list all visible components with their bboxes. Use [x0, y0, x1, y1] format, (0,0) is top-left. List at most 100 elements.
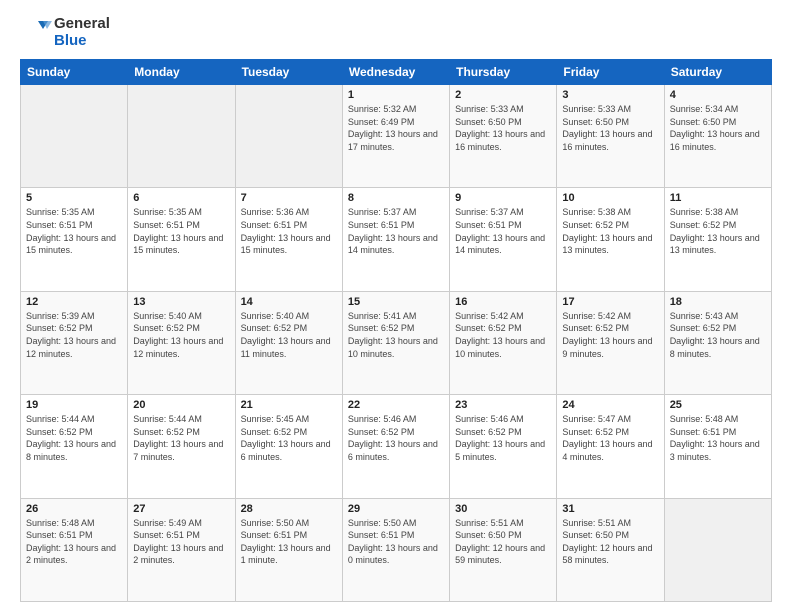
day-number: 26 [26, 503, 122, 515]
day-number: 7 [241, 192, 337, 204]
day-number: 27 [133, 503, 229, 515]
calendar-cell: 29 Sunrise: 5:50 AM Sunset: 6:51 PM Dayli… [342, 498, 449, 601]
calendar-cell: 28 Sunrise: 5:50 AM Sunset: 6:51 PM Dayli… [235, 498, 342, 601]
day-info: Sunrise: 5:50 AM Sunset: 6:51 PM Dayligh… [348, 517, 444, 567]
calendar-cell: 31 Sunrise: 5:51 AM Sunset: 6:50 PM Dayli… [557, 498, 664, 601]
day-number: 1 [348, 89, 444, 101]
day-info: Sunrise: 5:47 AM Sunset: 6:52 PM Dayligh… [562, 413, 658, 463]
calendar-cell: 25 Sunrise: 5:48 AM Sunset: 6:51 PM Dayli… [664, 395, 771, 498]
day-info: Sunrise: 5:37 AM Sunset: 6:51 PM Dayligh… [348, 206, 444, 256]
day-info: Sunrise: 5:37 AM Sunset: 6:51 PM Dayligh… [455, 206, 551, 256]
day-number: 20 [133, 399, 229, 411]
day-number: 5 [26, 192, 122, 204]
day-number: 30 [455, 503, 551, 515]
logo: General Blue [20, 16, 110, 49]
day-number: 4 [670, 89, 766, 101]
day-info: Sunrise: 5:45 AM Sunset: 6:52 PM Dayligh… [241, 413, 337, 463]
day-number: 15 [348, 296, 444, 308]
day-number: 17 [562, 296, 658, 308]
weekday-header: Thursday [450, 60, 557, 85]
day-number: 16 [455, 296, 551, 308]
calendar-cell: 10 Sunrise: 5:38 AM Sunset: 6:52 PM Dayli… [557, 188, 664, 291]
calendar-cell: 1 Sunrise: 5:32 AM Sunset: 6:49 PM Daylig… [342, 85, 449, 188]
day-number: 25 [670, 399, 766, 411]
calendar-cell: 18 Sunrise: 5:43 AM Sunset: 6:52 PM Dayli… [664, 291, 771, 394]
calendar-cell: 11Sunrise: 5:38 AM Sunset: 6:52 PM Dayli… [664, 188, 771, 291]
logo-general-text: General [54, 16, 110, 33]
calendar-cell: 19 Sunrise: 5:44 AM Sunset: 6:52 PM Dayli… [21, 395, 128, 498]
weekday-header: Tuesday [235, 60, 342, 85]
calendar-cell: 6 Sunrise: 5:35 AM Sunset: 6:51 PM Daylig… [128, 188, 235, 291]
day-number: 6 [133, 192, 229, 204]
day-number: 13 [133, 296, 229, 308]
day-info: Sunrise: 5:50 AM Sunset: 6:51 PM Dayligh… [241, 517, 337, 567]
weekday-header: Wednesday [342, 60, 449, 85]
calendar-cell: 17 Sunrise: 5:42 AM Sunset: 6:52 PM Dayli… [557, 291, 664, 394]
day-number: 23 [455, 399, 551, 411]
calendar-cell: 16 Sunrise: 5:42 AM Sunset: 6:52 PM Dayli… [450, 291, 557, 394]
calendar-cell [664, 498, 771, 601]
day-info: Sunrise: 5:44 AM Sunset: 6:52 PM Dayligh… [26, 413, 122, 463]
day-info: Sunrise: 5:40 AM Sunset: 6:52 PM Dayligh… [133, 310, 229, 360]
calendar-cell: 21 Sunrise: 5:45 AM Sunset: 6:52 PM Dayli… [235, 395, 342, 498]
day-info: Sunrise: 5:42 AM Sunset: 6:52 PM Dayligh… [562, 310, 658, 360]
day-number: 12 [26, 296, 122, 308]
day-info: Sunrise: 5:41 AM Sunset: 6:52 PM Dayligh… [348, 310, 444, 360]
calendar-cell [21, 85, 128, 188]
day-info: Sunrise: 5:43 AM Sunset: 6:52 PM Dayligh… [670, 310, 766, 360]
day-info: Sunrise: 5:46 AM Sunset: 6:52 PM Dayligh… [455, 413, 551, 463]
calendar-table: SundayMondayTuesdayWednesdayThursdayFrid… [20, 59, 772, 602]
day-info: Sunrise: 5:35 AM Sunset: 6:51 PM Dayligh… [133, 206, 229, 256]
calendar-cell: 30 Sunrise: 5:51 AM Sunset: 6:50 PM Dayli… [450, 498, 557, 601]
logo-blue-text: Blue [54, 33, 110, 50]
calendar-cell: 26Sunrise: 5:48 AM Sunset: 6:51 PM Dayli… [21, 498, 128, 601]
day-info: Sunrise: 5:39 AM Sunset: 6:52 PM Dayligh… [26, 310, 122, 360]
day-info: Sunrise: 5:46 AM Sunset: 6:52 PM Dayligh… [348, 413, 444, 463]
weekday-header: Friday [557, 60, 664, 85]
day-number: 14 [241, 296, 337, 308]
calendar-cell: 22Sunrise: 5:46 AM Sunset: 6:52 PM Dayli… [342, 395, 449, 498]
day-number: 2 [455, 89, 551, 101]
calendar-cell: 12 Sunrise: 5:39 AM Sunset: 6:52 PM Dayli… [21, 291, 128, 394]
day-info: Sunrise: 5:51 AM Sunset: 6:50 PM Dayligh… [455, 517, 551, 567]
day-number: 29 [348, 503, 444, 515]
day-info: Sunrise: 5:51 AM Sunset: 6:50 PM Dayligh… [562, 517, 658, 567]
calendar-cell: 13 Sunrise: 5:40 AM Sunset: 6:52 PM Dayli… [128, 291, 235, 394]
calendar-cell: 9 Sunrise: 5:37 AM Sunset: 6:51 PM Daylig… [450, 188, 557, 291]
day-number: 21 [241, 399, 337, 411]
day-number: 8 [348, 192, 444, 204]
day-info: Sunrise: 5:48 AM Sunset: 6:51 PM Dayligh… [670, 413, 766, 463]
day-info: Sunrise: 5:38 AM Sunset: 6:52 PM Dayligh… [562, 206, 658, 256]
calendar-cell: 4 Sunrise: 5:34 AM Sunset: 6:50 PM Daylig… [664, 85, 771, 188]
day-number: 19 [26, 399, 122, 411]
day-number: 18 [670, 296, 766, 308]
day-number: 3 [562, 89, 658, 101]
calendar-cell: 5Sunrise: 5:35 AM Sunset: 6:51 PM Daylig… [21, 188, 128, 291]
day-info: Sunrise: 5:34 AM Sunset: 6:50 PM Dayligh… [670, 103, 766, 153]
day-number: 28 [241, 503, 337, 515]
day-info: Sunrise: 5:44 AM Sunset: 6:52 PM Dayligh… [133, 413, 229, 463]
calendar-cell: 23 Sunrise: 5:46 AM Sunset: 6:52 PM Dayli… [450, 395, 557, 498]
day-number: 11 [670, 192, 766, 204]
header: General Blue [20, 16, 772, 49]
day-info: Sunrise: 5:32 AM Sunset: 6:49 PM Dayligh… [348, 103, 444, 153]
calendar-cell: 14 Sunrise: 5:40 AM Sunset: 6:52 PM Dayli… [235, 291, 342, 394]
weekday-header: Monday [128, 60, 235, 85]
calendar-cell: 15 Sunrise: 5:41 AM Sunset: 6:52 PM Dayli… [342, 291, 449, 394]
day-info: Sunrise: 5:33 AM Sunset: 6:50 PM Dayligh… [455, 103, 551, 153]
calendar-cell: 27Sunrise: 5:49 AM Sunset: 6:51 PM Dayli… [128, 498, 235, 601]
day-info: Sunrise: 5:42 AM Sunset: 6:52 PM Dayligh… [455, 310, 551, 360]
calendar-cell: 24 Sunrise: 5:47 AM Sunset: 6:52 PM Dayli… [557, 395, 664, 498]
day-number: 9 [455, 192, 551, 204]
day-info: Sunrise: 5:40 AM Sunset: 6:52 PM Dayligh… [241, 310, 337, 360]
calendar-cell: 20 Sunrise: 5:44 AM Sunset: 6:52 PM Dayli… [128, 395, 235, 498]
calendar-cell: 3Sunrise: 5:33 AM Sunset: 6:50 PM Daylig… [557, 85, 664, 188]
day-number: 31 [562, 503, 658, 515]
calendar-cell: 8 Sunrise: 5:37 AM Sunset: 6:51 PM Daylig… [342, 188, 449, 291]
day-number: 24 [562, 399, 658, 411]
calendar-cell [128, 85, 235, 188]
weekday-header: Saturday [664, 60, 771, 85]
calendar-cell: 2 Sunrise: 5:33 AM Sunset: 6:50 PM Daylig… [450, 85, 557, 188]
weekday-header: Sunday [21, 60, 128, 85]
day-number: 10 [562, 192, 658, 204]
